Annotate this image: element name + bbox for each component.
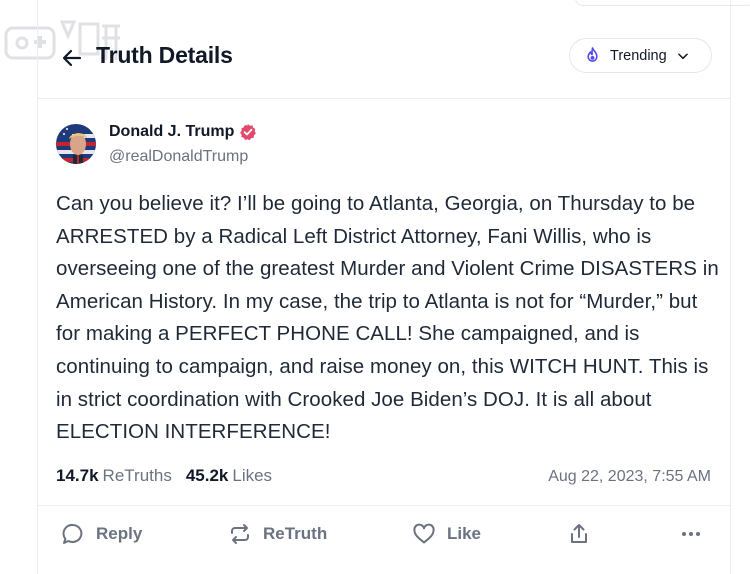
likes-label[interactable]: Likes [232, 466, 272, 486]
heart-icon [413, 523, 435, 544]
share-upload-icon [571, 524, 587, 543]
flame-icon [587, 47, 598, 62]
more-options-button[interactable] [679, 518, 703, 550]
retruths-label[interactable]: ReTruths [103, 466, 172, 486]
share-button[interactable] [567, 518, 591, 550]
reply-label: Reply [96, 524, 143, 543]
verified-badge-icon [240, 124, 257, 141]
action-bar: Reply ReTruth Like [38, 518, 730, 550]
likes-count[interactable]: 45.2k [186, 466, 229, 486]
post-text: Can you believe it? I’ll be going to Atl… [56, 192, 719, 444]
header-divider [38, 98, 730, 99]
trending-label: Trending [610, 47, 667, 64]
author-name[interactable]: Donald J. Trump [109, 123, 234, 141]
actions-divider [38, 505, 730, 506]
like-button[interactable]: Like [412, 518, 481, 550]
arrow-left-icon [62, 49, 82, 67]
avatar[interactable] [56, 124, 96, 164]
retruth-button[interactable]: ReTruth [228, 518, 327, 550]
speech-bubble-icon [62, 523, 83, 544]
page-header: Truth Details Trending [38, 38, 730, 78]
author-handle[interactable]: @realDonaldTrump [109, 148, 248, 166]
more-dots-icon [682, 532, 700, 536]
retruth-label: ReTruth [263, 524, 328, 543]
trending-dropdown[interactable]: Trending [569, 38, 712, 73]
post-stats: 14.7k ReTruths 45.2k Likes [56, 466, 272, 486]
retruths-count[interactable]: 14.7k [56, 466, 99, 486]
post-timestamp: Aug 22, 2023, 7:55 AM [548, 468, 711, 485]
repost-arrows-icon [231, 524, 249, 544]
chevron-down-icon [677, 52, 688, 59]
author-name-row: Donald J. Trump [109, 123, 257, 141]
like-label: Like [447, 524, 482, 543]
reply-button[interactable]: Reply [61, 518, 142, 550]
page-title: Truth Details [96, 42, 233, 68]
back-button[interactable] [60, 46, 84, 70]
